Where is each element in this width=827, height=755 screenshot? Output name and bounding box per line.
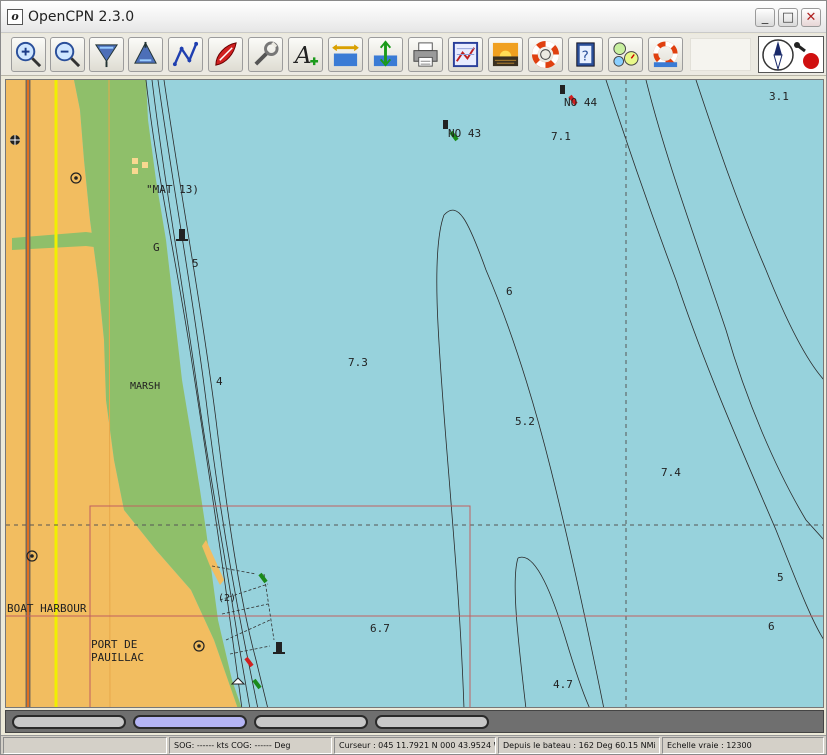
status-cursor-position: Curseur : 045 11.7921 N 000 43.9524 W	[334, 737, 496, 754]
print-button[interactable]	[408, 37, 443, 72]
compass-icon	[762, 39, 819, 71]
chart-bar-pill-4[interactable]	[375, 715, 489, 729]
tide-icon	[373, 40, 398, 67]
auto-follow-button[interactable]	[208, 37, 243, 72]
scale-in-icon	[94, 44, 119, 68]
sunset-icon	[492, 42, 519, 67]
chart-canvas[interactable]: NO 44 NO 43 "MAT 13) G MARSH BOAT HARBOU…	[5, 79, 824, 708]
route-icon	[172, 41, 199, 67]
light-label-mat13[interactable]: "MAT 13)	[146, 183, 199, 196]
status-scale: Echelle vraie : 12300	[662, 737, 824, 754]
marsh-label: MARSH	[130, 381, 161, 392]
sounding: 6	[506, 285, 513, 298]
man-overboard-button[interactable]	[648, 37, 683, 72]
help-button[interactable]: ?	[568, 37, 603, 72]
help-book-icon: ?	[576, 42, 595, 67]
gauges-button[interactable]	[608, 37, 643, 72]
sounding: 4.7	[553, 678, 573, 691]
current-button[interactable]	[328, 37, 363, 72]
sounding: 6	[768, 620, 775, 633]
scale-in-button[interactable]	[89, 37, 124, 72]
ship-icon	[215, 42, 237, 66]
chart-bar-pill-2[interactable]	[133, 715, 247, 729]
zoom-in-button[interactable]	[11, 37, 46, 72]
sounding: 5	[192, 257, 199, 270]
chart-bar-pill-3[interactable]	[254, 715, 368, 729]
mob-button[interactable]	[528, 37, 563, 72]
status-bar: SOG: ------ kts COG: ------ Deg Curseur …	[1, 735, 826, 754]
status-sog-cog: SOG: ------ kts COG: ------ Deg	[169, 737, 332, 754]
boat-harbour-label: BOAT HARBOUR	[7, 602, 87, 615]
minimize-button[interactable]: _	[755, 8, 775, 27]
settings-button[interactable]	[248, 37, 283, 72]
north-up-indicator[interactable]	[758, 36, 824, 73]
zoom-out-button[interactable]	[50, 37, 85, 72]
sounding: 4	[216, 375, 223, 388]
status-from-ship: Depuis le bateau : 162 Deg 60.15 NMi	[498, 737, 660, 754]
buoy-label-no43[interactable]: NO 43	[448, 127, 481, 140]
scale-out-button[interactable]	[128, 37, 163, 72]
status-empty-cell	[3, 737, 167, 754]
pauillac-label: PAUILLAC	[91, 651, 144, 664]
zoom-in-icon	[15, 41, 42, 68]
app-icon: o	[7, 9, 23, 25]
window-title: OpenCPN 2.3.0	[28, 9, 135, 25]
maximize-button[interactable]: □	[778, 8, 798, 27]
close-button[interactable]: ✕	[801, 8, 821, 27]
text-icon: A	[293, 42, 319, 69]
sounding: 5.2	[515, 415, 535, 428]
chart-bar	[5, 710, 824, 733]
sounding: 5	[777, 571, 784, 584]
mob-icon	[653, 41, 678, 68]
text-button[interactable]: A	[288, 37, 323, 72]
toolbar-spacer	[690, 38, 751, 71]
svg-text:A: A	[293, 42, 312, 69]
gauges-icon	[613, 42, 639, 67]
route-manager-button[interactable]	[448, 37, 483, 72]
main-window: o OpenCPN 2.3.0 _ □ ✕ A ? NO 44 NO 43 "M…	[0, 0, 827, 755]
sounding: 6.7	[370, 622, 390, 635]
scale-out-icon	[134, 41, 157, 64]
route-manager-icon	[452, 41, 479, 68]
depth-contours	[145, 80, 823, 707]
svg-text:?: ?	[582, 48, 589, 64]
buoy-label-no44[interactable]: NO 44	[564, 96, 597, 109]
current-icon	[332, 44, 359, 67]
lifebuoy-icon	[531, 40, 560, 69]
sounding: 3.1	[769, 90, 789, 103]
port-de-label: PORT DE	[91, 638, 138, 651]
sounding: 7.1	[551, 130, 571, 143]
create-route-button[interactable]	[168, 37, 203, 72]
tide-button[interactable]	[368, 37, 403, 72]
sounding: 7.4	[661, 466, 681, 479]
wrench-icon	[254, 41, 279, 66]
zoom-out-icon	[54, 41, 81, 68]
pier-count-label: (2)	[218, 593, 237, 604]
toolbar: A ?	[1, 34, 826, 76]
color-scheme-button[interactable]	[488, 37, 523, 72]
sounding: 7.3	[348, 356, 368, 369]
green-mark-label: G	[153, 241, 160, 254]
chart-graphics	[6, 80, 823, 707]
title-bar[interactable]: o OpenCPN 2.3.0 _ □ ✕	[1, 1, 826, 33]
printer-icon	[413, 42, 438, 67]
chart-bar-pill-1[interactable]	[12, 715, 126, 729]
